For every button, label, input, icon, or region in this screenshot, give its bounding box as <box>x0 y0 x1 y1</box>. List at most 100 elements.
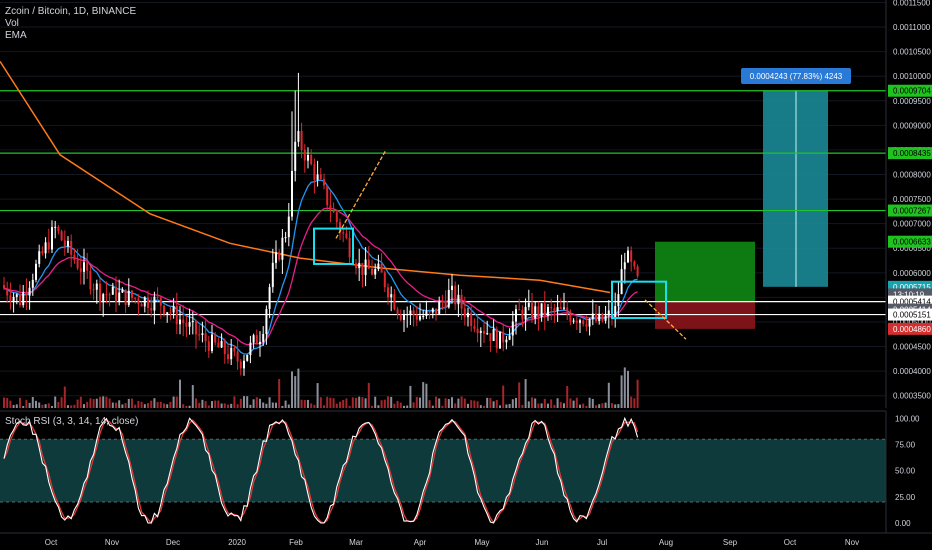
candle-body <box>623 262 626 270</box>
volume-bar <box>409 385 412 408</box>
trend-arrow[interactable] <box>335 149 387 239</box>
volume-bar <box>499 405 501 408</box>
volume-bar <box>115 402 117 408</box>
candle-body <box>428 310 431 313</box>
time-tick-label: Apr <box>414 538 427 547</box>
volume-bar <box>579 404 581 408</box>
volume-bar <box>92 399 95 408</box>
position-boxes[interactable]: 0.0004243 (77.83%) 4243 <box>655 68 851 329</box>
ema-short-line <box>3 179 638 355</box>
price-tick-label: 0.0007000 <box>893 220 931 229</box>
vol-indicator-label[interactable]: Vol <box>5 18 136 30</box>
volume-bar <box>547 403 549 408</box>
candle-body <box>249 342 252 355</box>
volume-bar <box>127 398 130 408</box>
volume-bar <box>460 396 463 408</box>
volume-bar <box>441 405 444 408</box>
candle-body <box>502 331 505 343</box>
volume-bar <box>508 403 511 408</box>
candle-body <box>358 262 361 269</box>
volume-bar <box>195 398 197 408</box>
volume-bar <box>364 398 367 408</box>
volume-bar <box>524 379 527 408</box>
candle-body <box>47 242 50 250</box>
candle-body <box>246 354 249 361</box>
volume-bar <box>233 396 236 408</box>
volume-bar <box>131 398 133 408</box>
stop-zone[interactable] <box>655 301 755 329</box>
candle-body <box>505 339 508 343</box>
volume-bar <box>617 404 620 408</box>
candle-body <box>345 233 348 238</box>
candle-body <box>588 319 591 327</box>
volume-bar <box>223 403 226 408</box>
volume-bar <box>191 385 194 408</box>
price-tick-label: 0.0009500 <box>893 97 931 106</box>
candle-body <box>326 185 329 206</box>
volume-bar <box>329 397 332 408</box>
volume-bar <box>332 398 335 408</box>
profit-zone[interactable] <box>655 241 755 302</box>
volume-bar <box>54 396 57 408</box>
volume-bar <box>284 400 287 408</box>
price-tick-label: 0.0004500 <box>893 343 931 352</box>
candle-body <box>348 237 351 258</box>
symbol-title[interactable]: Zcoin / Bitcoin, 1D, BINANCE <box>5 6 136 18</box>
candle-body <box>403 314 405 320</box>
volume-bar <box>361 397 364 408</box>
stoch-rsi-label[interactable]: Stoch RSI (3, 3, 14, 14, close) <box>5 416 138 427</box>
candle-body <box>387 287 389 298</box>
candle-body <box>361 262 364 276</box>
volume-bar <box>521 404 524 408</box>
candle-body <box>204 333 207 342</box>
candle-body <box>300 131 303 150</box>
volume-bar <box>419 397 421 408</box>
candle-body <box>140 304 143 307</box>
volume-bar <box>3 397 5 408</box>
price-label: 0.0008435 <box>893 149 931 158</box>
volume-bar <box>489 397 492 408</box>
candle-body <box>303 149 306 161</box>
candle-body <box>438 301 441 314</box>
volume-bar <box>220 403 223 408</box>
candle-body <box>492 329 495 341</box>
candle-body <box>95 283 98 290</box>
candle-body <box>415 315 418 320</box>
candle-body <box>454 285 457 305</box>
volume-bar <box>319 397 322 408</box>
candle-body <box>470 312 473 327</box>
candle-body <box>131 290 133 298</box>
candle-body <box>550 307 553 309</box>
candle-body <box>313 164 316 180</box>
volume-bar <box>374 396 377 408</box>
price-tick-label: 0.0008000 <box>893 171 931 180</box>
volume-bar <box>22 405 25 408</box>
volume-bar <box>556 398 559 408</box>
time-axis[interactable]: Oct Nov Dec 2020 Feb Mar Apr May Jun Jul Aug Sep Oct… <box>0 532 932 547</box>
candle-body <box>198 334 201 336</box>
volume-bar <box>217 400 220 408</box>
volume-bar <box>550 399 553 408</box>
volume-bar <box>620 375 623 408</box>
volume-bar <box>559 402 562 408</box>
candle-body <box>12 296 15 302</box>
candle-body <box>108 294 111 296</box>
volume-bar <box>422 382 425 408</box>
candle-body <box>310 154 313 165</box>
price-tick-label: 0.0004000 <box>893 367 931 376</box>
candle-body <box>137 298 140 305</box>
price-axis[interactable]: 0.0011500 0.0011000 0.0010500 0.0010000 0.00… <box>885 0 932 533</box>
volume-bars <box>3 367 639 408</box>
volume-bar <box>406 405 409 408</box>
ema-indicator-label[interactable]: EMA <box>5 30 136 42</box>
candle-body <box>335 212 338 223</box>
candle-body <box>252 335 255 343</box>
price-chart[interactable]: 0.0004243 (77.83%) 4243 0.0011500 0.00110… <box>0 0 932 550</box>
volume-bar <box>463 398 466 408</box>
candle-body <box>447 290 450 308</box>
annotations[interactable] <box>313 149 687 340</box>
volume-bar <box>67 405 69 408</box>
volume-bar <box>70 405 73 408</box>
volume-bar <box>150 400 153 408</box>
volume-bar <box>339 401 341 408</box>
